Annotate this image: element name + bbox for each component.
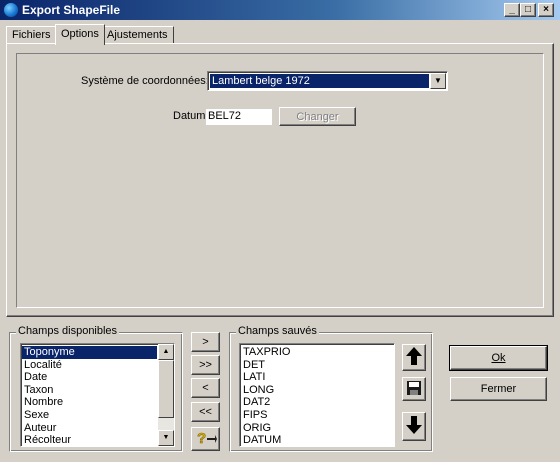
close-dialog-button-label: Fermer [480,383,517,395]
save-icon [407,380,421,395]
list-item[interactable]: Localité [22,359,157,372]
move-up-button[interactable] [402,344,426,371]
list-item[interactable]: Date [22,371,157,384]
options-inner-panel: Système de coordonnées: Lambert belge 19… [16,53,544,308]
saved-fields-list[interactable]: TAXPRIO DET LATI LONG DAT2 FIPS ORIG DATUM [239,343,395,447]
list-item[interactable]: DATUM [241,434,393,446]
help-icon: ? [196,429,217,447]
globe-icon [3,2,19,18]
list-item[interactable]: ORIG [241,422,393,435]
list-item[interactable]: FIPS [241,409,393,422]
svg-text:?: ? [197,430,206,447]
help-button[interactable]: ? [191,427,220,451]
list-item[interactable]: Auteur [22,422,157,435]
saved-fields-caption: Champs sauvés [236,325,319,337]
list-item[interactable]: DET [241,359,393,372]
close-dialog-button[interactable]: Fermer [450,377,547,401]
chevron-down-icon[interactable]: ▼ [430,73,446,89]
available-fields-group: Champs disponibles Toponyme Localité Date T… [9,325,183,452]
arrow-down-icon [406,416,422,434]
tab-fichiers[interactable]: Fichiers [6,26,57,44]
window-title: Export ShapeFile [22,3,121,17]
list-item[interactable]: TAXPRIO [241,346,393,359]
scroll-down-icon[interactable]: ▼ [158,430,174,446]
options-panel: Système de coordonnées: Lambert belge 19… [6,43,554,317]
list-item[interactable]: LATI [241,371,393,384]
title-bar[interactable]: Export ShapeFile _ □ × [0,0,560,20]
move-down-button[interactable] [402,412,426,441]
available-fields-list[interactable]: Toponyme Localité Date Taxon Nombre Sexe Auteu… [20,343,175,447]
changer-button[interactable]: Changer [279,107,356,126]
scroll-up-icon[interactable]: ▲ [158,344,174,360]
list-item[interactable]: Sexe [22,409,157,422]
arrow-up-icon [406,347,422,365]
remove-field-button[interactable]: < [191,378,220,398]
list-item[interactable]: Récolteur [22,434,157,446]
ok-button-label: Ok [491,352,506,364]
scroll-thumb[interactable] [158,360,174,418]
tab-options[interactable]: Options [55,24,105,45]
list-item[interactable]: LONG [241,384,393,397]
coord-system-label: Système de coordonnées: [81,75,209,87]
coord-system-value: Lambert belge 1972 [210,74,429,88]
remove-all-fields-button[interactable]: << [191,402,220,422]
ok-button[interactable]: Ok [449,345,548,371]
available-fields-caption: Champs disponibles [16,325,120,337]
minimize-button[interactable]: _ [504,3,520,17]
list-item[interactable]: DAT2 [241,396,393,409]
tab-ajustements[interactable]: Ajustements [101,26,174,44]
maximize-button[interactable]: □ [520,3,536,17]
available-fields-scrollbar[interactable]: ▲ ▼ [158,344,174,446]
add-field-button[interactable]: > [191,332,220,352]
saved-fields-group: Champs sauvés TAXPRIO DET LATI LONG DAT2 FIPS… [229,325,433,452]
list-item[interactable]: Nombre [22,396,157,409]
list-item[interactable]: Toponyme [22,346,157,359]
save-button[interactable] [402,377,426,401]
list-item[interactable]: Taxon [22,384,157,397]
close-button[interactable]: × [538,3,554,17]
coord-system-select[interactable]: Lambert belge 1972 ▼ [207,71,448,91]
datum-label: Datum: [173,110,209,122]
add-all-fields-button[interactable]: >> [191,355,220,375]
datum-field[interactable]: BEL72 [206,109,272,125]
